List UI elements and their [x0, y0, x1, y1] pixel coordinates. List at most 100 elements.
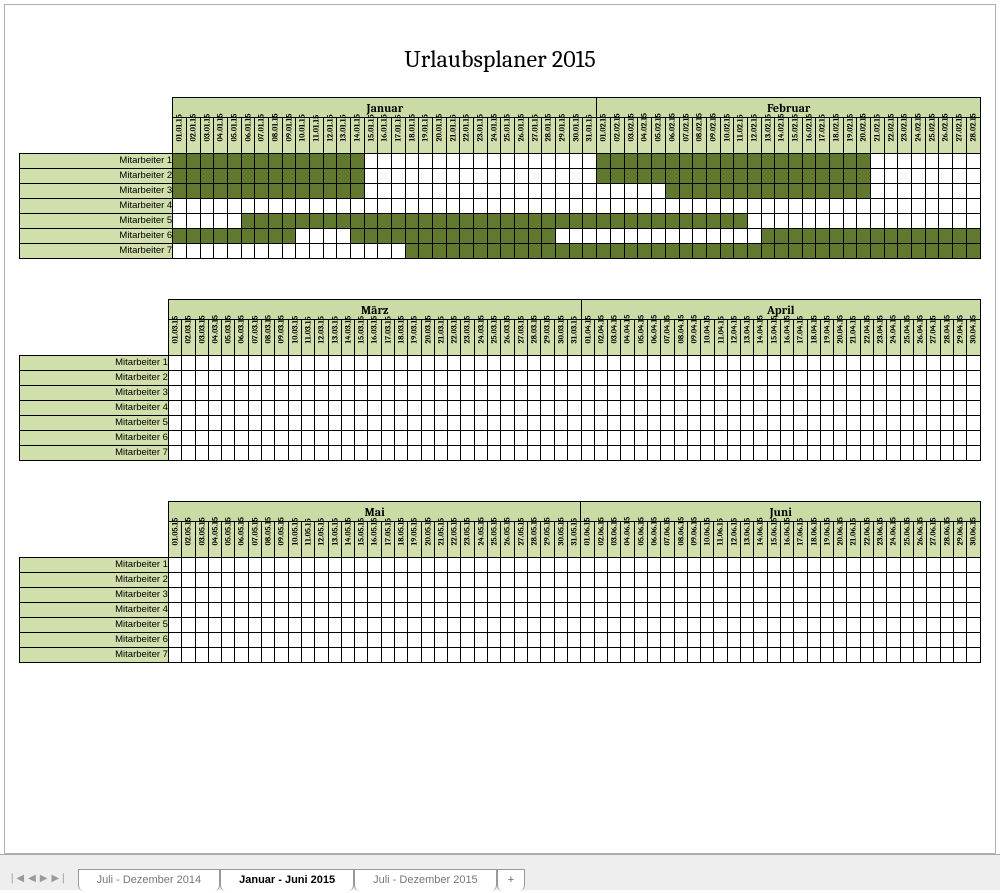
day-cell[interactable] — [761, 214, 775, 229]
day-cell[interactable] — [693, 214, 707, 229]
day-cell[interactable] — [714, 416, 727, 431]
day-cell[interactable] — [433, 214, 447, 229]
day-cell[interactable] — [301, 431, 314, 446]
day-cell[interactable] — [182, 633, 195, 648]
day-cell[interactable] — [222, 446, 235, 461]
day-cell[interactable] — [527, 573, 540, 588]
day-cell[interactable] — [847, 558, 860, 573]
day-cell[interactable] — [262, 431, 275, 446]
day-cell[interactable] — [355, 648, 368, 663]
day-cell[interactable] — [391, 199, 405, 214]
day-cell[interactable] — [829, 169, 843, 184]
day-cell[interactable] — [860, 446, 873, 461]
day-cell[interactable] — [208, 648, 221, 663]
day-cell[interactable] — [940, 446, 953, 461]
day-cell[interactable] — [967, 371, 981, 386]
day-cell[interactable] — [173, 214, 187, 229]
day-cell[interactable] — [794, 431, 807, 446]
day-cell[interactable] — [687, 431, 700, 446]
day-cell[interactable] — [807, 371, 820, 386]
day-cell[interactable] — [761, 169, 775, 184]
day-cell[interactable] — [847, 573, 860, 588]
day-cell[interactable] — [173, 229, 187, 244]
day-cell[interactable] — [421, 618, 434, 633]
day-cell[interactable] — [583, 244, 597, 259]
day-cell[interactable] — [594, 446, 607, 461]
day-cell[interactable] — [528, 244, 542, 259]
day-cell[interactable] — [227, 154, 241, 169]
day-cell[interactable] — [847, 401, 860, 416]
day-cell[interactable] — [794, 588, 807, 603]
day-cell[interactable] — [461, 558, 474, 573]
day-cell[interactable] — [419, 214, 433, 229]
day-cell[interactable] — [898, 169, 912, 184]
day-cell[interactable] — [488, 401, 501, 416]
day-cell[interactable] — [315, 356, 328, 371]
day-cell[interactable] — [927, 386, 940, 401]
day-cell[interactable] — [328, 431, 341, 446]
day-cell[interactable] — [182, 356, 195, 371]
day-cell[interactable] — [884, 154, 898, 169]
day-cell[interactable] — [487, 229, 501, 244]
day-cell[interactable] — [514, 588, 527, 603]
day-cell[interactable] — [282, 229, 296, 244]
day-cell[interactable] — [328, 648, 341, 663]
day-cell[interactable] — [661, 446, 674, 461]
day-cell[interactable] — [222, 618, 235, 633]
day-cell[interactable] — [405, 169, 419, 184]
day-cell[interactable] — [953, 573, 966, 588]
day-cell[interactable] — [395, 648, 408, 663]
day-cell[interactable] — [200, 154, 214, 169]
day-cell[interactable] — [501, 199, 515, 214]
day-cell[interactable] — [661, 386, 674, 401]
day-cell[interactable] — [621, 648, 634, 663]
day-cell[interactable] — [939, 184, 953, 199]
day-cell[interactable] — [315, 588, 328, 603]
day-cell[interactable] — [706, 199, 720, 214]
day-cell[interactable] — [898, 229, 912, 244]
day-cell[interactable] — [940, 573, 953, 588]
day-cell[interactable] — [900, 633, 913, 648]
day-cell[interactable] — [734, 169, 748, 184]
day-cell[interactable] — [701, 573, 714, 588]
day-cell[interactable] — [341, 416, 354, 431]
day-cell[interactable] — [514, 386, 527, 401]
day-cell[interactable] — [820, 356, 833, 371]
day-cell[interactable] — [282, 244, 296, 259]
day-cell[interactable] — [328, 633, 341, 648]
day-cell[interactable] — [927, 401, 940, 416]
day-cell[interactable] — [567, 588, 581, 603]
day-cell[interactable] — [241, 169, 255, 184]
day-cell[interactable] — [341, 371, 354, 386]
day-cell[interactable] — [408, 356, 421, 371]
day-cell[interactable] — [754, 371, 767, 386]
day-cell[interactable] — [501, 588, 514, 603]
day-cell[interactable] — [195, 588, 208, 603]
day-cell[interactable] — [911, 214, 925, 229]
day-cell[interactable] — [394, 356, 407, 371]
day-cell[interactable] — [208, 386, 221, 401]
day-cell[interactable] — [887, 446, 900, 461]
day-cell[interactable] — [775, 199, 789, 214]
day-cell[interactable] — [911, 184, 925, 199]
day-cell[interactable] — [301, 573, 314, 588]
day-cell[interactable] — [940, 356, 953, 371]
day-cell[interactable] — [870, 214, 884, 229]
day-cell[interactable] — [887, 386, 900, 401]
day-cell[interactable] — [488, 588, 501, 603]
day-cell[interactable] — [788, 229, 802, 244]
day-cell[interactable] — [829, 199, 843, 214]
day-cell[interactable] — [408, 401, 421, 416]
day-cell[interactable] — [368, 633, 381, 648]
day-cell[interactable] — [634, 356, 647, 371]
day-cell[interactable] — [364, 184, 378, 199]
day-cell[interactable] — [569, 199, 583, 214]
day-cell[interactable] — [834, 386, 847, 401]
day-cell[interactable] — [528, 199, 542, 214]
day-cell[interactable] — [434, 401, 447, 416]
day-cell[interactable] — [168, 633, 181, 648]
day-cell[interactable] — [967, 618, 981, 633]
day-cell[interactable] — [647, 648, 660, 663]
day-cell[interactable] — [621, 386, 634, 401]
day-cell[interactable] — [222, 603, 235, 618]
